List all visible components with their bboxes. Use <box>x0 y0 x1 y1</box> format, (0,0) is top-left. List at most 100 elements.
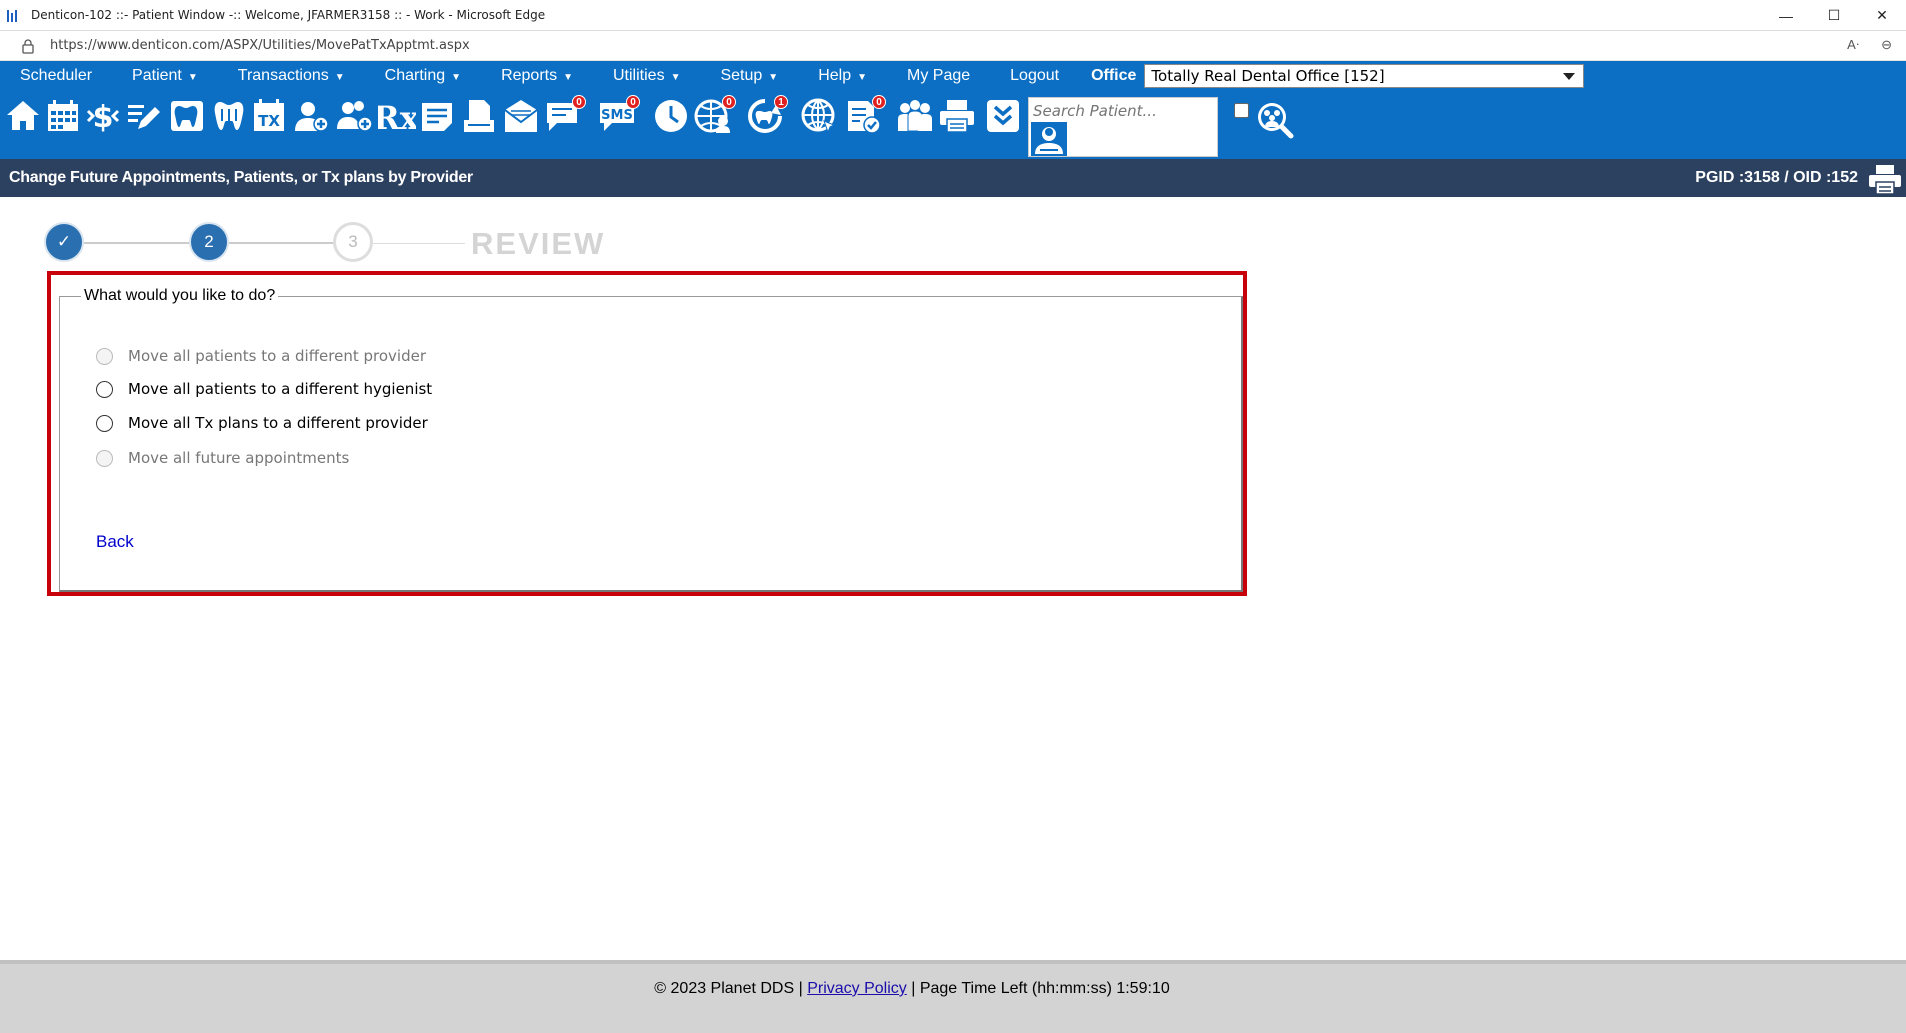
wizard-steps: ✓ 2 3 REVIEW <box>44 222 624 264</box>
main-menu-bar: Scheduler Patient ▼ Transactions ▼ Chartin… <box>0 61 1906 91</box>
mail-icon[interactable] <box>502 97 540 135</box>
action-legend: What would you like to do? <box>84 287 276 304</box>
page-header: Change Future Appointments, Patients, or… <box>0 159 1906 197</box>
caret-down-icon: ▼ <box>857 72 867 83</box>
messages-badge: 0 <box>572 95 586 109</box>
step-review-label: REVIEW <box>471 226 606 261</box>
action-panel: What would you like to do? Move all pati… <box>47 271 1247 596</box>
office-select[interactable]: Totally Real Dental Office [152] <box>1144 64 1585 88</box>
svg-text:TX: TX <box>258 112 280 130</box>
close-button[interactable]: ✕ <box>1858 0 1906 31</box>
step-connector <box>229 242 335 244</box>
edge-app-icon <box>7 8 21 22</box>
online-badge: 0 <box>722 95 736 109</box>
option-move-future-appointments: Move all future appointments <box>96 449 349 467</box>
menu-logout[interactable]: Logout <box>990 67 1079 85</box>
add-family-icon[interactable] <box>336 97 374 135</box>
team-icon[interactable] <box>896 97 934 135</box>
online-patients-button[interactable]: 0 <box>694 95 736 135</box>
group-search-icon[interactable] <box>1254 99 1294 139</box>
svg-text:Rx: Rx <box>378 99 416 135</box>
step-3-pending: 3 <box>333 222 373 262</box>
menu-patient[interactable]: Patient ▼ <box>112 67 218 85</box>
caret-down-icon: ▼ <box>768 72 779 83</box>
option-move-patients-provider: Move all patients to a different provide… <box>96 347 426 365</box>
radio-move-txplans-provider[interactable] <box>96 414 113 432</box>
step-connector <box>373 243 465 244</box>
menu-scheduler[interactable]: Scheduler <box>0 67 112 85</box>
caret-down-icon: ▼ <box>563 72 573 83</box>
option-move-patients-hygienist[interactable]: Move all patients to a different hygieni… <box>96 380 432 398</box>
patient-search-box <box>1028 97 1218 157</box>
forms-badge: 0 <box>872 95 886 109</box>
lock-icon[interactable] <box>20 38 36 54</box>
dollar-icon[interactable]: $ <box>84 97 122 135</box>
svg-text:$: $ <box>93 100 114 135</box>
menu-charting[interactable]: Charting ▼ <box>365 67 481 85</box>
address-bar: https://www.denticon.com/ASPX/Utilities/… <box>0 31 1906 61</box>
zoom-icon[interactable]: ⊖ <box>1881 37 1892 53</box>
page-time-left: Page Time Left (hh:mm:ss) 1:59:10 <box>919 980 1170 997</box>
edit-list-icon[interactable] <box>124 97 162 135</box>
copyright-text: © 2023 Planet DDS <box>654 980 795 997</box>
radio-move-patients-provider <box>96 347 113 365</box>
dropdown-arrow-icon <box>1563 73 1576 80</box>
clock-icon[interactable] <box>652 97 690 135</box>
maximize-button[interactable]: ☐ <box>1810 0 1858 31</box>
tooth-icon[interactable] <box>210 97 248 135</box>
radio-move-patients-hygienist[interactable] <box>96 380 113 398</box>
back-link[interactable]: Back <box>96 532 134 552</box>
calendar-icon[interactable] <box>44 97 82 135</box>
messages-button[interactable]: 0 <box>544 95 586 135</box>
home-icon[interactable] <box>4 97 42 135</box>
sms-button[interactable]: SMS 0 <box>598 95 640 135</box>
forms-button[interactable]: 0 <box>844 95 886 135</box>
search-option-checkbox[interactable] <box>1234 103 1249 118</box>
menu-transactions[interactable]: Transactions ▼ <box>218 67 365 85</box>
patient-search-person-icon[interactable] <box>1031 122 1067 156</box>
collapse-chevron-icon[interactable] <box>984 97 1022 135</box>
icon-toolbar: $ TX Rx 0 SMS 0 0 1 0 <box>0 91 1906 159</box>
menu-utilities[interactable]: Utilities ▼ <box>593 67 700 85</box>
minimize-button[interactable]: — <box>1762 0 1810 31</box>
prescription-icon[interactable]: Rx <box>378 97 416 135</box>
step-1-complete: ✓ <box>44 222 84 262</box>
caret-down-icon: ▼ <box>670 72 681 83</box>
documents-icon[interactable] <box>460 97 498 135</box>
printer-icon[interactable] <box>938 97 976 135</box>
menu-help[interactable]: Help ▼ <box>798 67 887 85</box>
notes-icon[interactable] <box>418 97 456 135</box>
step-connector <box>84 242 191 244</box>
radio-move-future-appointments <box>96 449 113 467</box>
caret-down-icon: ▼ <box>451 72 462 83</box>
patient-search-input[interactable] <box>1033 102 1213 120</box>
privacy-policy-link[interactable]: Privacy Policy <box>807 980 907 997</box>
recall-badge: 1 <box>774 95 788 109</box>
footer-separator: | <box>906 980 920 997</box>
caret-down-icon: ▼ <box>334 72 345 83</box>
window-titlebar: Denticon-102 ::- Patient Window -:: Welc… <box>0 0 1906 31</box>
option-move-txplans-provider[interactable]: Move all Tx plans to a different provide… <box>96 414 428 432</box>
action-fieldset: What would you like to do? Move all pati… <box>59 287 1243 592</box>
svg-text:SMS: SMS <box>601 108 633 123</box>
url-field[interactable]: https://www.denticon.com/ASPX/Utilities/… <box>50 38 470 53</box>
menu-my-page[interactable]: My Page <box>887 67 990 85</box>
page-title: Change Future Appointments, Patients, or… <box>9 169 473 186</box>
tooth-chart-icon[interactable] <box>168 97 206 135</box>
treatment-plan-icon[interactable]: TX <box>250 97 288 135</box>
page-ids: PGID :3158 / OID :152 <box>1695 169 1858 186</box>
read-aloud-icon[interactable]: Aᐧ <box>1847 37 1859 53</box>
office-label: Office <box>1091 67 1137 84</box>
step-2-current: 2 <box>189 222 229 262</box>
add-patient-icon[interactable] <box>292 97 330 135</box>
window-title: Denticon-102 ::- Patient Window -:: Welc… <box>31 8 546 22</box>
sms-badge: 0 <box>626 95 640 109</box>
menu-setup[interactable]: Setup ▼ <box>700 67 798 85</box>
caret-down-icon: ▼ <box>187 72 198 83</box>
footer-separator: | <box>794 980 808 997</box>
page-footer: © 2023 Planet DDS | Privacy Policy | Pag… <box>0 960 1906 1033</box>
print-page-icon[interactable] <box>1868 163 1902 195</box>
web-globe-icon[interactable] <box>800 97 838 135</box>
menu-reports[interactable]: Reports ▼ <box>481 67 593 85</box>
recall-button[interactable]: 1 <box>746 95 788 135</box>
